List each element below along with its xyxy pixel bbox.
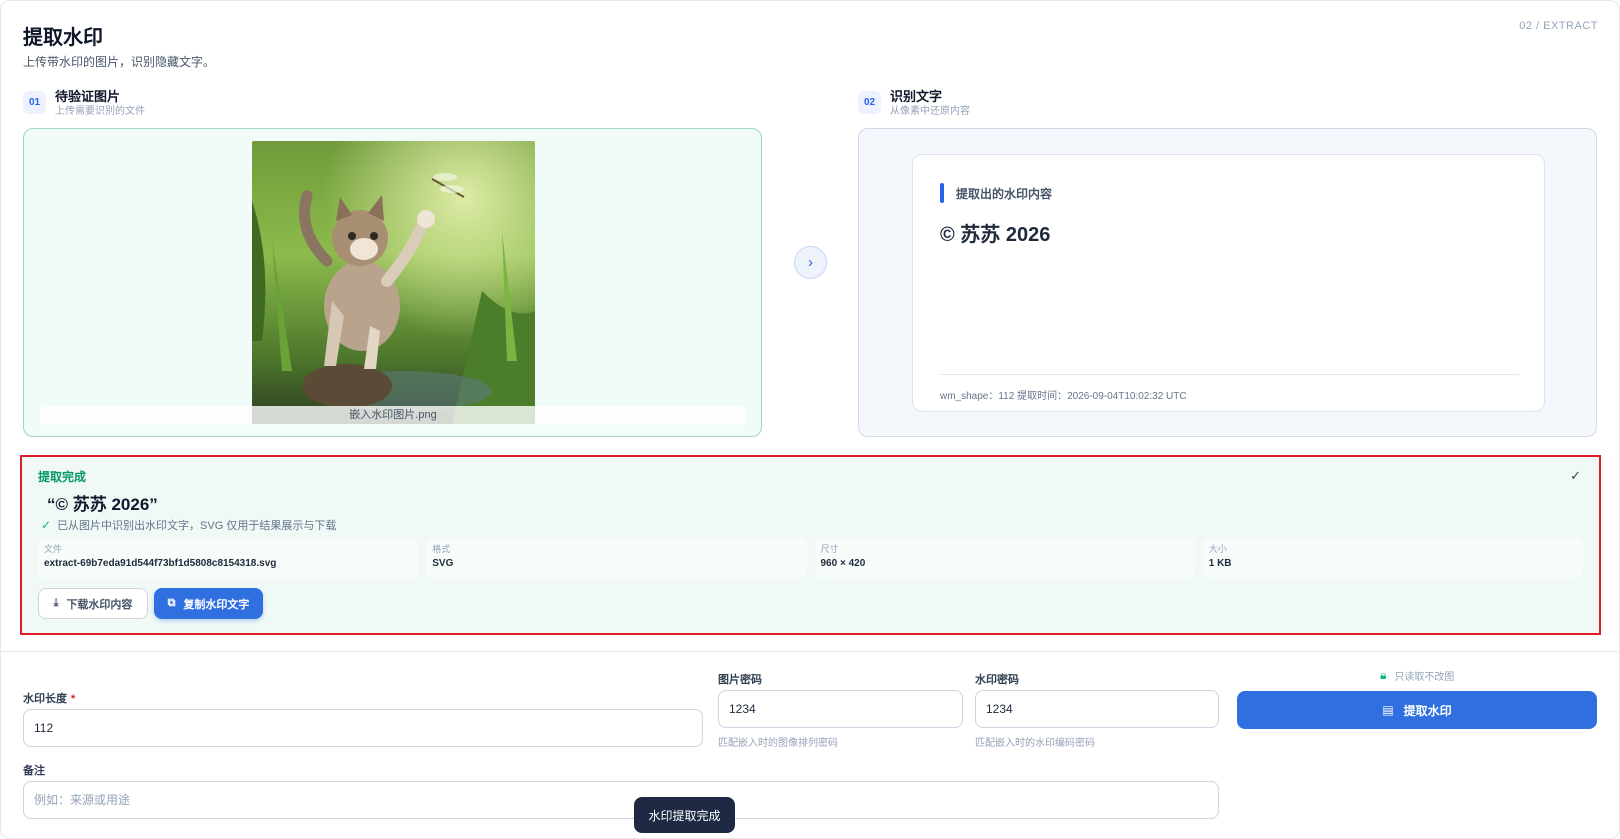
meta-key: 大小 [1208, 544, 1227, 554]
extracted-result-card: 提取出的水印内容 © 苏苏 2026 wm_shape：112 提取时间：202… [912, 154, 1545, 412]
watermark-length-input[interactable] [23, 709, 703, 747]
form-divider [0, 651, 1620, 652]
required-mark: * [71, 693, 76, 705]
extraction-complete-panel: 提取完成 ✓ “© 苏苏 2026” ✓ 已从图片中识别出水印文字，SVG 仅用… [20, 455, 1601, 635]
copy-label: 复制水印文字 [183, 598, 250, 611]
extracted-label: 提取出的水印内容 [940, 183, 1052, 203]
remark-input[interactable] [23, 781, 1219, 819]
image-password-input[interactable] [718, 690, 963, 728]
step-indicator: 02 / EXTRACT [1519, 20, 1598, 32]
accent-bar [940, 183, 944, 203]
meta-key: 文件 [44, 544, 63, 554]
watermark-password-input[interactable] [975, 690, 1219, 728]
copy-icon: ⧉ [167, 597, 176, 609]
watermark-password-label: 水印密码 [975, 674, 1019, 686]
divider [940, 374, 1519, 375]
result-title: 识别文字 [890, 89, 943, 104]
result-step-number: 02 [858, 91, 881, 114]
extracted-label-text: 提取出的水印内容 [956, 186, 1053, 201]
watermark-password-hint: 匹配嵌入时的水印编码密码 [975, 738, 1095, 749]
extract-label: 提取水印 [1403, 703, 1452, 718]
meta-value: 960 × 420 [820, 558, 866, 569]
download-icon: ⤓ [53, 597, 59, 609]
check-icon: ✓ [1570, 468, 1581, 483]
meta-size: 大小 1 KB [1202, 538, 1583, 578]
complete-note: ✓ 已从图片中识别出水印文字，SVG 仅用于结果展示与下载 [41, 517, 336, 533]
image-upload-dropzone[interactable]: 嵌入水印图片.png [23, 128, 762, 437]
meta-dimensions: 尺寸 960 × 420 [814, 538, 1195, 578]
length-label-text: 水印长度 [23, 693, 67, 705]
readonly-note: 🔒︎ 只读取不改图 [1380, 668, 1454, 683]
source-step-number: 01 [23, 91, 46, 114]
file-meta-row: 文件 extract-69b7eda91d544f73bf1d5808c8154… [38, 538, 1583, 578]
result-section-header: 02 识别文字 从像素中还原内容 [858, 89, 970, 119]
source-desc: 上传需要识别的文件 [55, 106, 145, 117]
watermarked-image-preview [252, 141, 535, 424]
meta-value: 1 KB [1208, 558, 1232, 569]
result-desc: 从像素中还原内容 [890, 106, 970, 117]
check-icon: ✓ [41, 518, 52, 532]
toast-notification: 水印提取完成 [634, 797, 735, 833]
meta-format: 格式 SVG [426, 538, 807, 578]
meta-value: extract-69b7eda91d544f73bf1d5808c8154318… [44, 558, 277, 569]
complete-title: 提取完成 [38, 470, 87, 484]
length-label: 水印长度 * [23, 690, 75, 706]
lock-icon: 🔒︎ [1380, 668, 1387, 682]
source-title: 待验证图片 [55, 89, 121, 104]
complete-note-text: 已从图片中识别出水印文字，SVG 仅用于结果展示与下载 [57, 520, 337, 532]
readonly-note-text: 只读取不改图 [1394, 672, 1455, 683]
chevron-right-icon[interactable]: › [794, 246, 827, 279]
page-title: 提取水印 [23, 27, 103, 49]
document-icon: ▤ [1382, 703, 1394, 717]
result-actions: ⤓ 下载水印内容 ⧉ 复制水印文字 [38, 588, 263, 619]
meta-value: SVG [432, 558, 454, 569]
extracted-result-panel: 提取出的水印内容 © 苏苏 2026 wm_shape：112 提取时间：202… [858, 128, 1597, 437]
image-password-label: 图片密码 [718, 674, 762, 686]
remark-label: 备注 [23, 765, 45, 777]
extracted-watermark-text: © 苏苏 2026 [940, 224, 1051, 246]
image-file-name: 嵌入水印图片.png [40, 406, 746, 425]
meta-key: 格式 [432, 544, 451, 554]
meta-file: 文件 extract-69b7eda91d544f73bf1d5808c8154… [38, 538, 419, 578]
download-watermark-button[interactable]: ⤓ 下载水印内容 [38, 588, 148, 619]
image-password-hint: 匹配嵌入时的图像排列密码 [718, 738, 838, 749]
download-label: 下载水印内容 [66, 598, 133, 611]
meta-key: 尺寸 [820, 544, 839, 554]
source-section-header: 01 待验证图片 上传需要识别的文件 [23, 89, 145, 119]
extract-watermark-button[interactable]: ▤ 提取水印 [1237, 691, 1597, 729]
page-subtitle: 上传带水印的图片，识别隐藏文字。 [23, 55, 216, 69]
copy-watermark-button[interactable]: ⧉ 复制水印文字 [154, 588, 263, 619]
complete-watermark-quote: “© 苏苏 2026” [47, 495, 158, 514]
extraction-meta: wm_shape：112 提取时间：2026-09-04T10:02:32 UT… [940, 391, 1187, 402]
